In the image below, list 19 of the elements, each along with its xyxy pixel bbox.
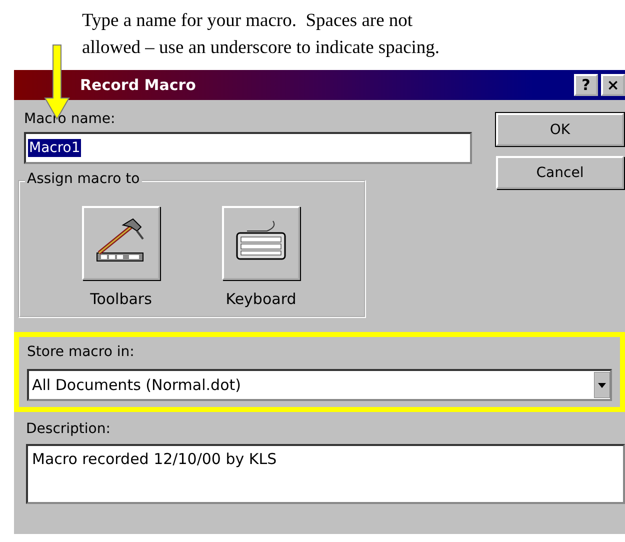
selected-text: Macro1 xyxy=(28,139,82,157)
description-field[interactable]: Macro recorded 12/10/00 by KLS xyxy=(26,444,625,504)
ok-button[interactable]: OK xyxy=(496,113,624,146)
field-label: Store macro in: xyxy=(27,343,136,361)
store-dropdown[interactable]: All Documents (Normal.dot) xyxy=(27,369,612,401)
macro-name-field[interactable]: Macro1 xyxy=(24,132,472,164)
cancel-button[interactable]: Cancel xyxy=(496,156,624,189)
field-label: Description: xyxy=(26,420,112,438)
keyboard-button[interactable] xyxy=(222,206,300,280)
window-title: Record Macro xyxy=(79,76,196,94)
close-button[interactable]: × xyxy=(601,74,625,96)
group-label: Assign macro to xyxy=(25,171,142,187)
help-button[interactable]: ? xyxy=(574,74,598,96)
field-label: Macro name: xyxy=(24,110,116,128)
annotation-text: Type a name for your macro. Spaces are not allowed – use an underscore to indicate spacing. xyxy=(82,10,441,60)
button-caption: Toolbars xyxy=(90,290,152,308)
button-caption: Keyboard xyxy=(226,290,296,308)
dropdown-arrow-icon xyxy=(594,372,610,398)
toolbars-button[interactable] xyxy=(82,206,160,280)
